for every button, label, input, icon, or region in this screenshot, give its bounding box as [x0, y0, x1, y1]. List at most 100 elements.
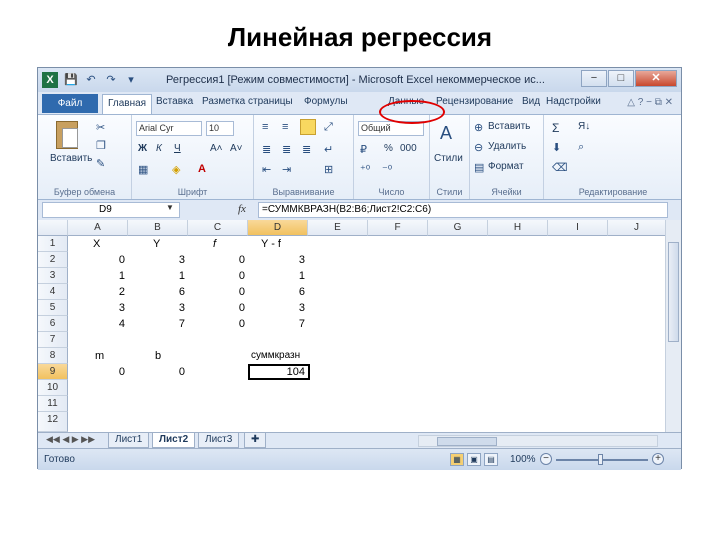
page-layout-view-icon[interactable]: ▣ — [467, 453, 481, 466]
bold-button[interactable]: Ж — [138, 143, 147, 154]
tab-file[interactable]: Файл — [42, 94, 98, 113]
page-break-view-icon[interactable]: ▤ — [484, 453, 498, 466]
normal-view-icon[interactable]: ▦ — [450, 453, 464, 466]
zoom-level[interactable]: 100% — [510, 454, 536, 465]
row-header[interactable]: 2 — [38, 252, 68, 268]
row-header[interactable]: 11 — [38, 396, 68, 412]
cell-B9[interactable]: 0 — [128, 364, 188, 380]
name-box-dropdown-icon[interactable]: ▼ — [166, 203, 174, 212]
cell-A3[interactable]: 1 — [68, 268, 128, 284]
select-all-corner[interactable] — [38, 220, 68, 236]
autosum-button[interactable]: Σ — [552, 121, 559, 135]
cell-D4[interactable]: 6 — [248, 284, 308, 300]
horizontal-scroll-thumb[interactable] — [437, 437, 497, 446]
align-top-icon[interactable]: ≡ — [262, 121, 268, 133]
cell-C3[interactable]: 0 — [188, 268, 248, 284]
insert-cells-button[interactable]: Вставить — [488, 121, 530, 132]
orientation-icon[interactable]: ⤢ — [324, 121, 333, 134]
align-bottom-active[interactable] — [300, 119, 316, 135]
currency-icon[interactable]: ₽ — [360, 143, 367, 156]
formula-input[interactable]: =СУММКВРАЗН(B2:B6;Лист2!C2:C6) — [258, 202, 668, 218]
column-header[interactable]: D — [248, 220, 308, 236]
fill-icon[interactable]: ⬇ — [552, 141, 561, 154]
wrap-text-icon[interactable]: ↵ — [324, 143, 333, 156]
sort-filter-button[interactable]: Я↓ — [578, 121, 590, 132]
font-size-select[interactable]: 10 — [206, 121, 234, 136]
cell-A2[interactable]: 0 — [68, 252, 128, 268]
row-header[interactable]: 4 — [38, 284, 68, 300]
column-header[interactable]: J — [608, 220, 666, 236]
maximize-button[interactable]: □ — [608, 70, 634, 87]
align-right-icon[interactable]: ≣ — [302, 143, 311, 156]
format-painter-icon[interactable]: ✎ — [96, 157, 105, 170]
worksheet-grid[interactable]: A B C D E F G H I J 1 2 3 4 5 6 7 8 9 10… — [38, 220, 681, 432]
save-icon[interactable]: 💾 — [64, 73, 78, 87]
cell-C5[interactable]: 0 — [188, 300, 248, 316]
percent-button[interactable]: % — [384, 143, 393, 154]
vertical-scroll-thumb[interactable] — [668, 242, 679, 342]
cell-C4[interactable]: 0 — [188, 284, 248, 300]
zoom-in-button[interactable]: + — [652, 453, 664, 465]
zoom-slider-thumb[interactable] — [598, 454, 603, 465]
delete-cells-icon[interactable]: ⊖ — [474, 141, 483, 154]
name-box[interactable]: D9 — [42, 202, 180, 218]
paste-button[interactable]: Вставить — [50, 153, 92, 164]
column-header[interactable]: F — [368, 220, 428, 236]
borders-icon[interactable]: ▦ — [138, 163, 148, 176]
column-header[interactable]: I — [548, 220, 608, 236]
row-header[interactable]: 1 — [38, 236, 68, 252]
sheet-nav-buttons[interactable]: ◀◀ ◀ ▶ ▶▶ — [46, 434, 95, 445]
tab-page-layout[interactable]: Разметка страницы — [202, 96, 293, 107]
cell-B5[interactable]: 3 — [128, 300, 188, 316]
excel-logo-icon[interactable]: X — [42, 72, 58, 88]
column-header[interactable]: B — [128, 220, 188, 236]
styles-button[interactable]: Стили — [434, 153, 463, 164]
thousands-button[interactable]: 000 — [400, 143, 417, 154]
vertical-scrollbar[interactable] — [665, 220, 681, 432]
cell-B6[interactable]: 7 — [128, 316, 188, 332]
cell-D6[interactable]: 7 — [248, 316, 308, 332]
redo-icon[interactable]: ↷ — [104, 73, 118, 87]
cell-D1[interactable]: Y - f — [258, 236, 284, 252]
insert-function-button[interactable]: fx — [238, 203, 246, 215]
tab-addins[interactable]: Надстройки — [546, 96, 601, 107]
horizontal-scrollbar[interactable] — [418, 435, 658, 447]
styles-icon[interactable]: A — [440, 123, 452, 144]
cell-A8[interactable]: m — [92, 348, 107, 364]
format-cells-icon[interactable]: ▤ — [474, 161, 484, 174]
cell-A9[interactable]: 0 — [68, 364, 128, 380]
cell-B8[interactable]: b — [152, 348, 164, 364]
sheet-tab-3[interactable]: Лист3 — [198, 433, 240, 448]
align-center-icon[interactable]: ≣ — [282, 143, 291, 156]
cell-D5[interactable]: 3 — [248, 300, 308, 316]
font-color-icon[interactable]: A — [198, 163, 206, 175]
cell-C1[interactable]: f — [210, 236, 219, 252]
sheet-tab-2[interactable]: Лист2 — [152, 433, 196, 448]
format-cells-button[interactable]: Формат — [488, 161, 524, 172]
copy-icon[interactable]: ❐ — [96, 139, 106, 152]
row-header[interactable]: 3 — [38, 268, 68, 284]
fill-color-icon[interactable]: ◈ — [172, 163, 180, 176]
column-header[interactable]: E — [308, 220, 368, 236]
row-header[interactable]: 10 — [38, 380, 68, 396]
align-middle-icon[interactable]: ≡ — [282, 121, 288, 133]
tab-view[interactable]: Вид — [522, 96, 540, 107]
row-header[interactable]: 12 — [38, 412, 68, 432]
cell-D2[interactable]: 3 — [248, 252, 308, 268]
cell-A6[interactable]: 4 — [68, 316, 128, 332]
undo-icon[interactable]: ↶ — [84, 73, 98, 87]
column-header[interactable]: A — [68, 220, 128, 236]
delete-cells-button[interactable]: Удалить — [488, 141, 526, 152]
increase-decimal-icon[interactable]: ⁺⁰ — [360, 163, 370, 176]
find-select-icon[interactable]: ⌕ — [578, 141, 584, 154]
tab-home[interactable]: Главная — [102, 94, 153, 114]
underline-button[interactable]: Ч — [174, 143, 181, 154]
cell-B1[interactable]: Y — [150, 236, 163, 252]
tab-formulas[interactable]: Формулы — [304, 96, 348, 107]
grow-font-button[interactable]: A˄ — [210, 143, 223, 154]
column-header[interactable]: G — [428, 220, 488, 236]
cell-A4[interactable]: 2 — [68, 284, 128, 300]
cell-D8[interactable]: суммкразн — [248, 348, 303, 364]
row-header[interactable]: 8 — [38, 348, 68, 364]
column-header[interactable]: H — [488, 220, 548, 236]
